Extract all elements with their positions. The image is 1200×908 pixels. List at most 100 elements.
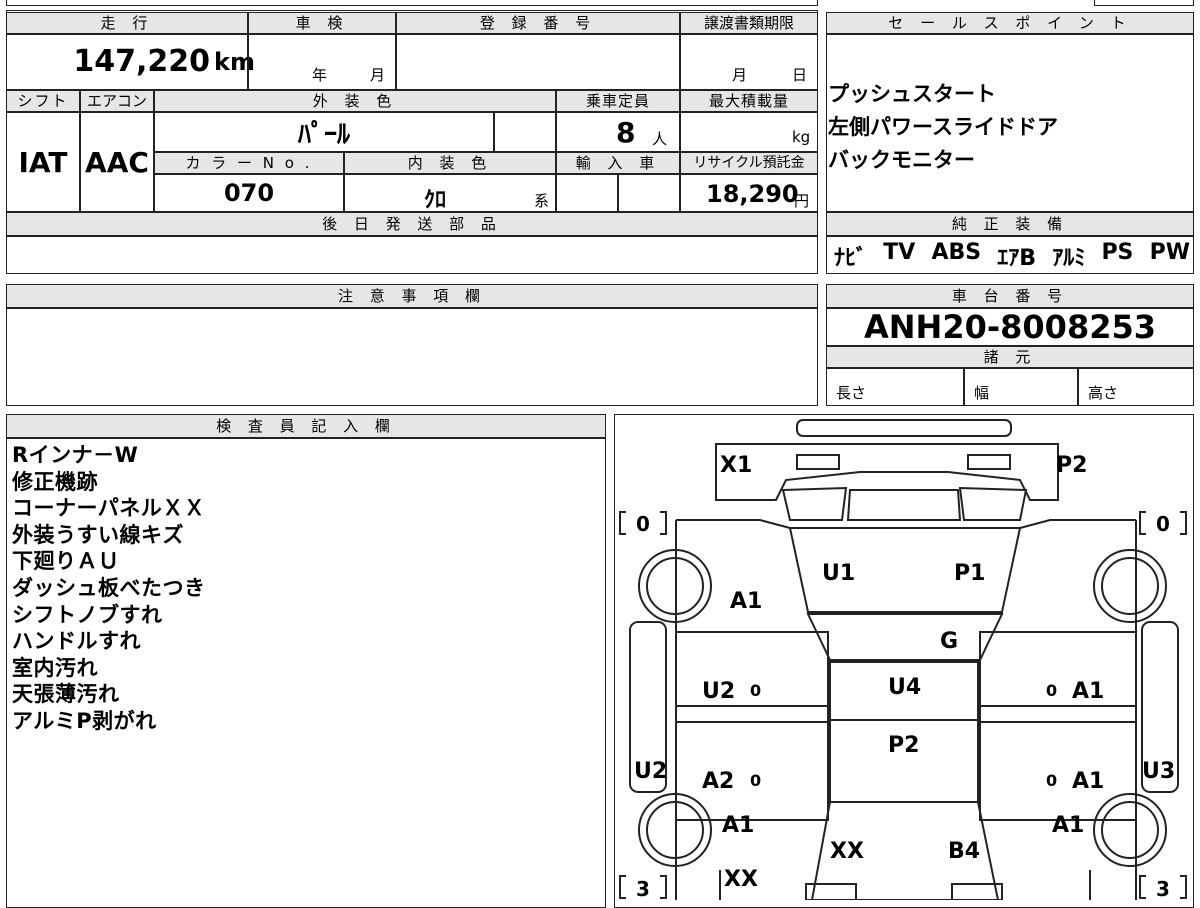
inspector-notes: Rインナ－W 修正機跡 コーナーパネルＸＸ 外装うすい線キズ 下廻りＡＵ ダッシ… xyxy=(12,442,206,735)
label-x1: X1 xyxy=(720,453,752,478)
sales-points-header: セ ー ル ス ポ イ ン ト xyxy=(826,12,1194,34)
top-strip xyxy=(6,0,818,6)
recycle-fee-header: リサイクル預託金 xyxy=(680,152,818,174)
shift-value: IAT xyxy=(6,112,80,212)
shift-header: シフト xyxy=(6,90,80,112)
interior-color-header: 内 装 色 xyxy=(344,152,556,174)
seat-mark-fl: 0 xyxy=(750,681,761,700)
seat-mark-rr: 0 xyxy=(1046,771,1057,790)
damage-diagram: 0 0 3 3 X1 P2 U1 P1 A1 G U2 0 U4 0 A1 P2… xyxy=(619,419,1187,900)
import-header: 輸 入 車 xyxy=(556,152,680,174)
spec-header: 諸 元 xyxy=(826,346,1194,368)
label-a1-right-rear: A1 xyxy=(1072,769,1104,794)
label-a1-right-front: A1 xyxy=(1072,679,1104,704)
equipment-pw: PW xyxy=(1149,240,1190,265)
shaken-month: 月 xyxy=(370,66,386,84)
capacity-value: 8 xyxy=(616,116,636,149)
later-parts-header: 後 日 発 送 部 品 xyxy=(6,212,818,236)
transfer-month: 月 xyxy=(732,66,748,84)
headlight-left xyxy=(796,454,840,470)
front-grille-left xyxy=(781,486,848,521)
registration-header: 登 録 番 号 xyxy=(396,12,680,34)
sales-point-item: 左側パワースライドドア xyxy=(828,115,1058,139)
recycle-fee-unit: 円 xyxy=(794,192,810,210)
label-p1: P1 xyxy=(954,561,985,586)
exterior-color-value: ﾊﾟｰﾙ xyxy=(154,112,494,152)
aircon-value: AAC xyxy=(80,112,154,212)
label-p2-mid: P2 xyxy=(888,733,919,758)
equipment-tv: TV xyxy=(883,240,916,265)
tire-depth-fr: 0 xyxy=(1156,512,1170,536)
tire-depth-rr: 3 xyxy=(1156,877,1170,900)
inspector-note: ハンドルすれ xyxy=(12,629,141,654)
exterior-color-extra xyxy=(494,112,556,152)
sales-points-list: プッシュスタート 左側パワースライドドア バックモニター xyxy=(828,78,1058,177)
inspector-header: 検 査 員 記 入 欄 xyxy=(6,414,606,438)
inspector-note: ダッシュ板べたつき xyxy=(12,575,206,600)
import-cell-b xyxy=(618,174,680,212)
shaken-year: 年 xyxy=(312,66,328,84)
right-front-door xyxy=(979,631,1137,723)
shaken-header: 車 検 xyxy=(248,12,396,34)
transfer-day: 日 xyxy=(792,66,808,84)
seat-mark-rl: 0 xyxy=(750,771,761,790)
label-xx-center: XX xyxy=(830,839,864,864)
standard-equipment-header: 純 正 装 備 xyxy=(826,212,1194,236)
label-u4: U4 xyxy=(888,675,921,700)
label-g: G xyxy=(940,629,958,654)
label-xx-bottom: XX xyxy=(724,867,758,892)
sales-point-item: プッシュスタート xyxy=(828,82,996,106)
front-grille-center xyxy=(846,489,962,521)
interior-color-suffix: 系 xyxy=(534,192,550,210)
capacity-unit: 人 xyxy=(652,130,668,148)
color-no-value: 070 xyxy=(154,174,344,212)
label-p2-top: P2 xyxy=(1056,453,1087,478)
spec-length-label: 長さ xyxy=(836,384,867,402)
mileage-value: 147,220 xyxy=(73,44,210,79)
equipment-alloy: ｱﾙﾐ xyxy=(1052,246,1086,271)
headlight-right xyxy=(967,454,1011,470)
registration-cell xyxy=(396,34,680,90)
caution-area xyxy=(6,308,818,406)
wheel-rear-right-inner xyxy=(1101,801,1159,859)
inspector-note: Rインナ－W xyxy=(12,443,139,467)
equipment-ps: PS xyxy=(1101,240,1134,265)
label-u2-side: U2 xyxy=(634,759,667,784)
tire-depth-fl: 0 xyxy=(636,512,650,536)
fender-tops xyxy=(676,519,1136,529)
chassis-header: 車 台 番 号 xyxy=(826,284,1194,308)
later-parts-area xyxy=(6,236,818,274)
dash-outline xyxy=(806,613,1004,661)
inspector-note: 修正機跡 xyxy=(12,469,98,494)
inspector-note: 天張薄汚れ xyxy=(12,682,120,707)
interior-color-value: ｸﾛ xyxy=(424,188,447,213)
inspector-note: アルミP剥がれ xyxy=(12,708,157,733)
import-cell-a xyxy=(556,174,618,212)
wheel-rear-right xyxy=(1093,793,1167,867)
transfer-deadline-header: 譲渡書類期限 xyxy=(680,12,818,34)
label-u2-left-door: U2 xyxy=(702,679,735,704)
hood-outline xyxy=(715,443,1059,501)
caution-header: 注 意 事 項 欄 xyxy=(6,284,818,308)
interior-color-cell xyxy=(344,174,556,212)
front-grille-right xyxy=(958,486,1028,521)
spec-width-label: 幅 xyxy=(974,384,990,402)
inspector-note: シフトノブすれ xyxy=(12,602,163,627)
label-u3: U3 xyxy=(1142,759,1175,784)
equipment-airbag: ｴｱB xyxy=(997,246,1037,271)
color-no-header: カ ラ ー N o . xyxy=(154,152,344,174)
rear-quarter-lines xyxy=(719,870,1091,900)
label-b4: B4 xyxy=(948,839,980,864)
wheel-front-right-inner xyxy=(1101,557,1159,615)
front-bumper-outline xyxy=(796,419,1012,437)
inspector-note: 外装うすい線キズ xyxy=(12,522,184,547)
equipment-navi: ﾅﾋﾞ xyxy=(834,246,868,271)
right-rear-door xyxy=(979,721,1137,821)
recycle-fee-value: 18,290 xyxy=(706,180,799,208)
tire-depth-rl: 3 xyxy=(636,877,650,900)
label-a1-front-left: A1 xyxy=(730,589,762,614)
chassis-number: ANH20-8008253 xyxy=(826,308,1194,346)
spec-height-label: 高さ xyxy=(1088,384,1119,402)
inspector-note: 室内汚れ xyxy=(12,655,98,680)
seat-mark-fr: 0 xyxy=(1046,681,1057,700)
